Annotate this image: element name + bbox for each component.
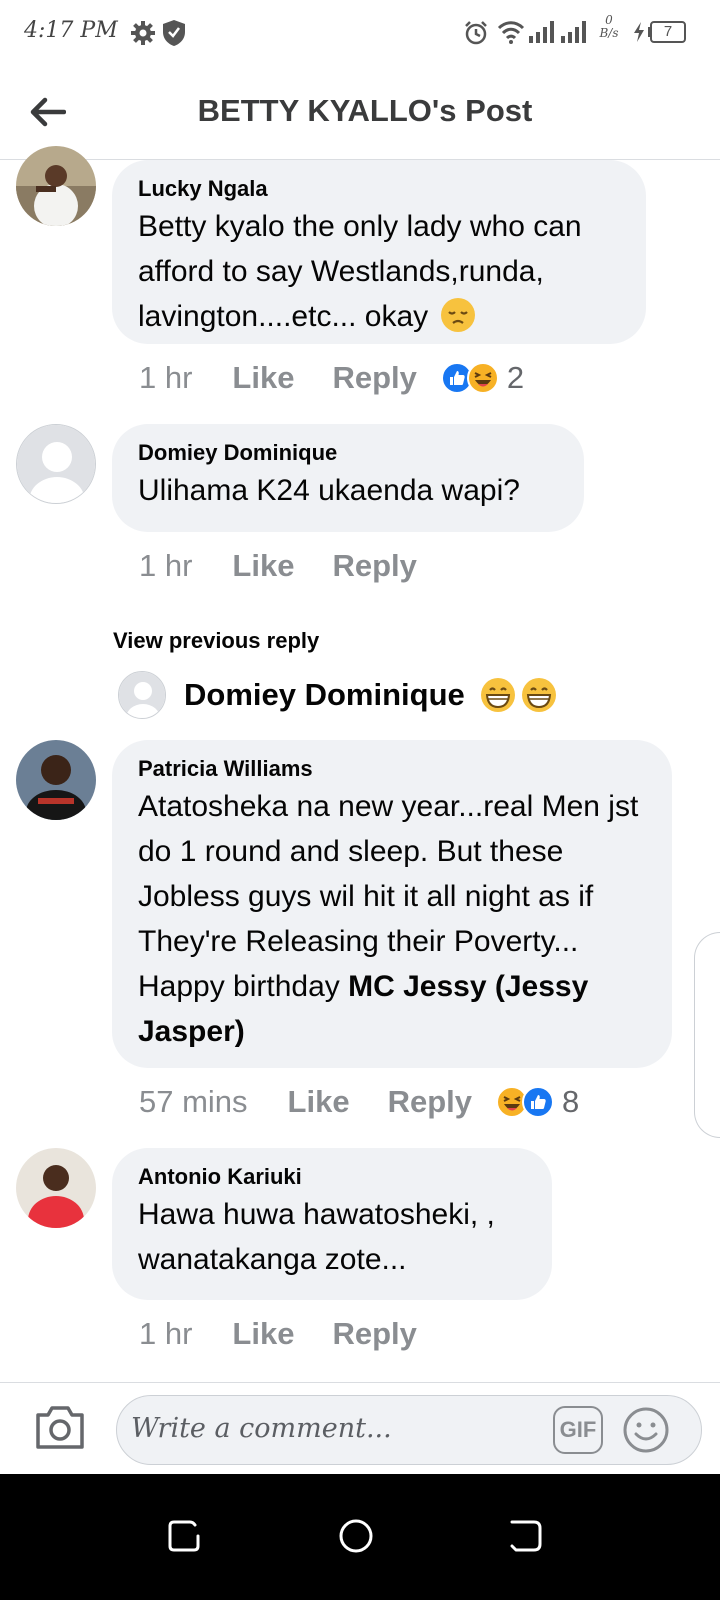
reactions-summary[interactable]: 2 (440, 360, 525, 396)
settings-gear-icon (131, 21, 155, 45)
avatar-photo (16, 1148, 96, 1228)
comment-input[interactable]: Write a comment... GIF (116, 1395, 702, 1465)
comment-input-placeholder: Write a comment... (131, 1413, 392, 1444)
camera-icon[interactable] (34, 1403, 86, 1451)
grinning-face-emoji (521, 678, 556, 712)
smiley-icon[interactable] (621, 1405, 671, 1455)
comment-author[interactable]: Antonio Kariuki (138, 1162, 524, 1192)
like-reaction-icon (522, 1086, 554, 1118)
alarm-icon (465, 21, 487, 45)
data-speed-unit: B/s (599, 26, 619, 40)
grinning-face-emoji (480, 678, 515, 712)
scroll-indicator[interactable] (694, 932, 720, 1138)
battery-icon: 7 (650, 21, 686, 43)
avatar[interactable] (16, 740, 96, 820)
avatar-photo (16, 740, 96, 820)
comment-author[interactable]: Patricia Williams (138, 754, 644, 784)
view-previous-reply-link[interactable]: View previous reply (113, 628, 319, 654)
reply-preview[interactable]: Domiey Dominique (118, 670, 558, 720)
reactions-summary[interactable]: 8 (496, 1084, 579, 1120)
comment-actions: 1 hr Like Reply (139, 548, 441, 584)
like-button[interactable]: Like (232, 360, 294, 396)
battery-level: 7 (663, 23, 673, 40)
like-button[interactable]: Like (232, 1316, 294, 1352)
comment-actions: 57 mins Like Reply 8 (139, 1084, 579, 1120)
wifi-icon (497, 21, 525, 44)
comment-author[interactable]: Domiey Dominique (138, 438, 556, 468)
comment-bubble[interactable]: Patricia Williams Atatosheka na new year… (112, 740, 672, 1068)
comment-time[interactable]: 1 hr (139, 1316, 192, 1352)
comment-text-body: Betty kyalo the only lady who can afford… (138, 210, 582, 333)
comment-actions: 1 hr Like Reply 2 (139, 360, 524, 396)
default-avatar-icon (17, 425, 95, 503)
shield-icon (163, 20, 185, 46)
reaction-count: 8 (562, 1084, 580, 1119)
comment-time[interactable]: 57 mins (139, 1084, 248, 1120)
home-icon[interactable] (336, 1516, 376, 1556)
back-icon[interactable] (506, 1516, 546, 1556)
comment-time[interactable]: 1 hr (139, 548, 192, 584)
avatar[interactable] (16, 424, 96, 504)
like-button[interactable]: Like (232, 548, 294, 584)
reaction-count: 2 (506, 360, 525, 395)
comment-text: Hawa huwa hawatosheki, , wanatakanga zot… (138, 1198, 495, 1276)
haha-reaction-icon (466, 362, 499, 394)
reply-button[interactable]: Reply (332, 360, 416, 396)
avatar[interactable] (16, 1148, 96, 1228)
avatar[interactable] (16, 146, 96, 226)
comment-bubble[interactable]: Lucky Ngala Betty kyalo the only lady wh… (112, 160, 646, 344)
comment-text: Betty kyalo the only lady who can afford… (138, 204, 618, 339)
comment-bubble[interactable]: Domiey Dominique Ulihama K24 ukaenda wap… (112, 424, 584, 532)
comment-composer: Write a comment... GIF (0, 1382, 720, 1474)
comment-author[interactable]: Lucky Ngala (138, 174, 618, 204)
avatar-photo (16, 146, 96, 226)
status-bar: 4:17 PM 0 B/s 7 (0, 0, 720, 64)
reply-author: Domiey Dominique (184, 677, 465, 712)
signal-icon (561, 21, 586, 43)
comment-text: Atatosheka na new year...real Men jst do… (138, 784, 644, 1054)
reply-button[interactable]: Reply (332, 1316, 416, 1352)
battery-tip (648, 27, 651, 37)
recent-apps-icon[interactable] (164, 1516, 204, 1556)
comment-time[interactable]: 1 hr (139, 360, 192, 396)
data-speed: 0 B/s (594, 14, 624, 40)
gif-label: GIF (559, 1417, 597, 1442)
comment-actions: 1 hr Like Reply (139, 1316, 441, 1352)
page-title: BETTY KYALLO's Post (197, 93, 533, 128)
reply-button[interactable]: Reply (332, 548, 416, 584)
navigation-bar (0, 1474, 720, 1600)
like-button[interactable]: Like (288, 1084, 350, 1120)
gif-button[interactable]: GIF (553, 1406, 603, 1454)
reply-button[interactable]: Reply (388, 1084, 472, 1120)
status-time: 4:17 PM (24, 18, 118, 43)
comment-text: Ulihama K24 ukaenda wapi? (138, 474, 520, 507)
post-header: BETTY KYALLO's Post (0, 64, 720, 160)
avatar (118, 671, 166, 719)
comment-bubble[interactable]: Antonio Kariuki Hawa huwa hawatosheki, ,… (112, 1148, 552, 1300)
pensive-face-emoji (440, 298, 475, 332)
default-avatar-icon (119, 672, 165, 718)
charging-icon (634, 22, 644, 42)
signal-icon (529, 21, 554, 43)
